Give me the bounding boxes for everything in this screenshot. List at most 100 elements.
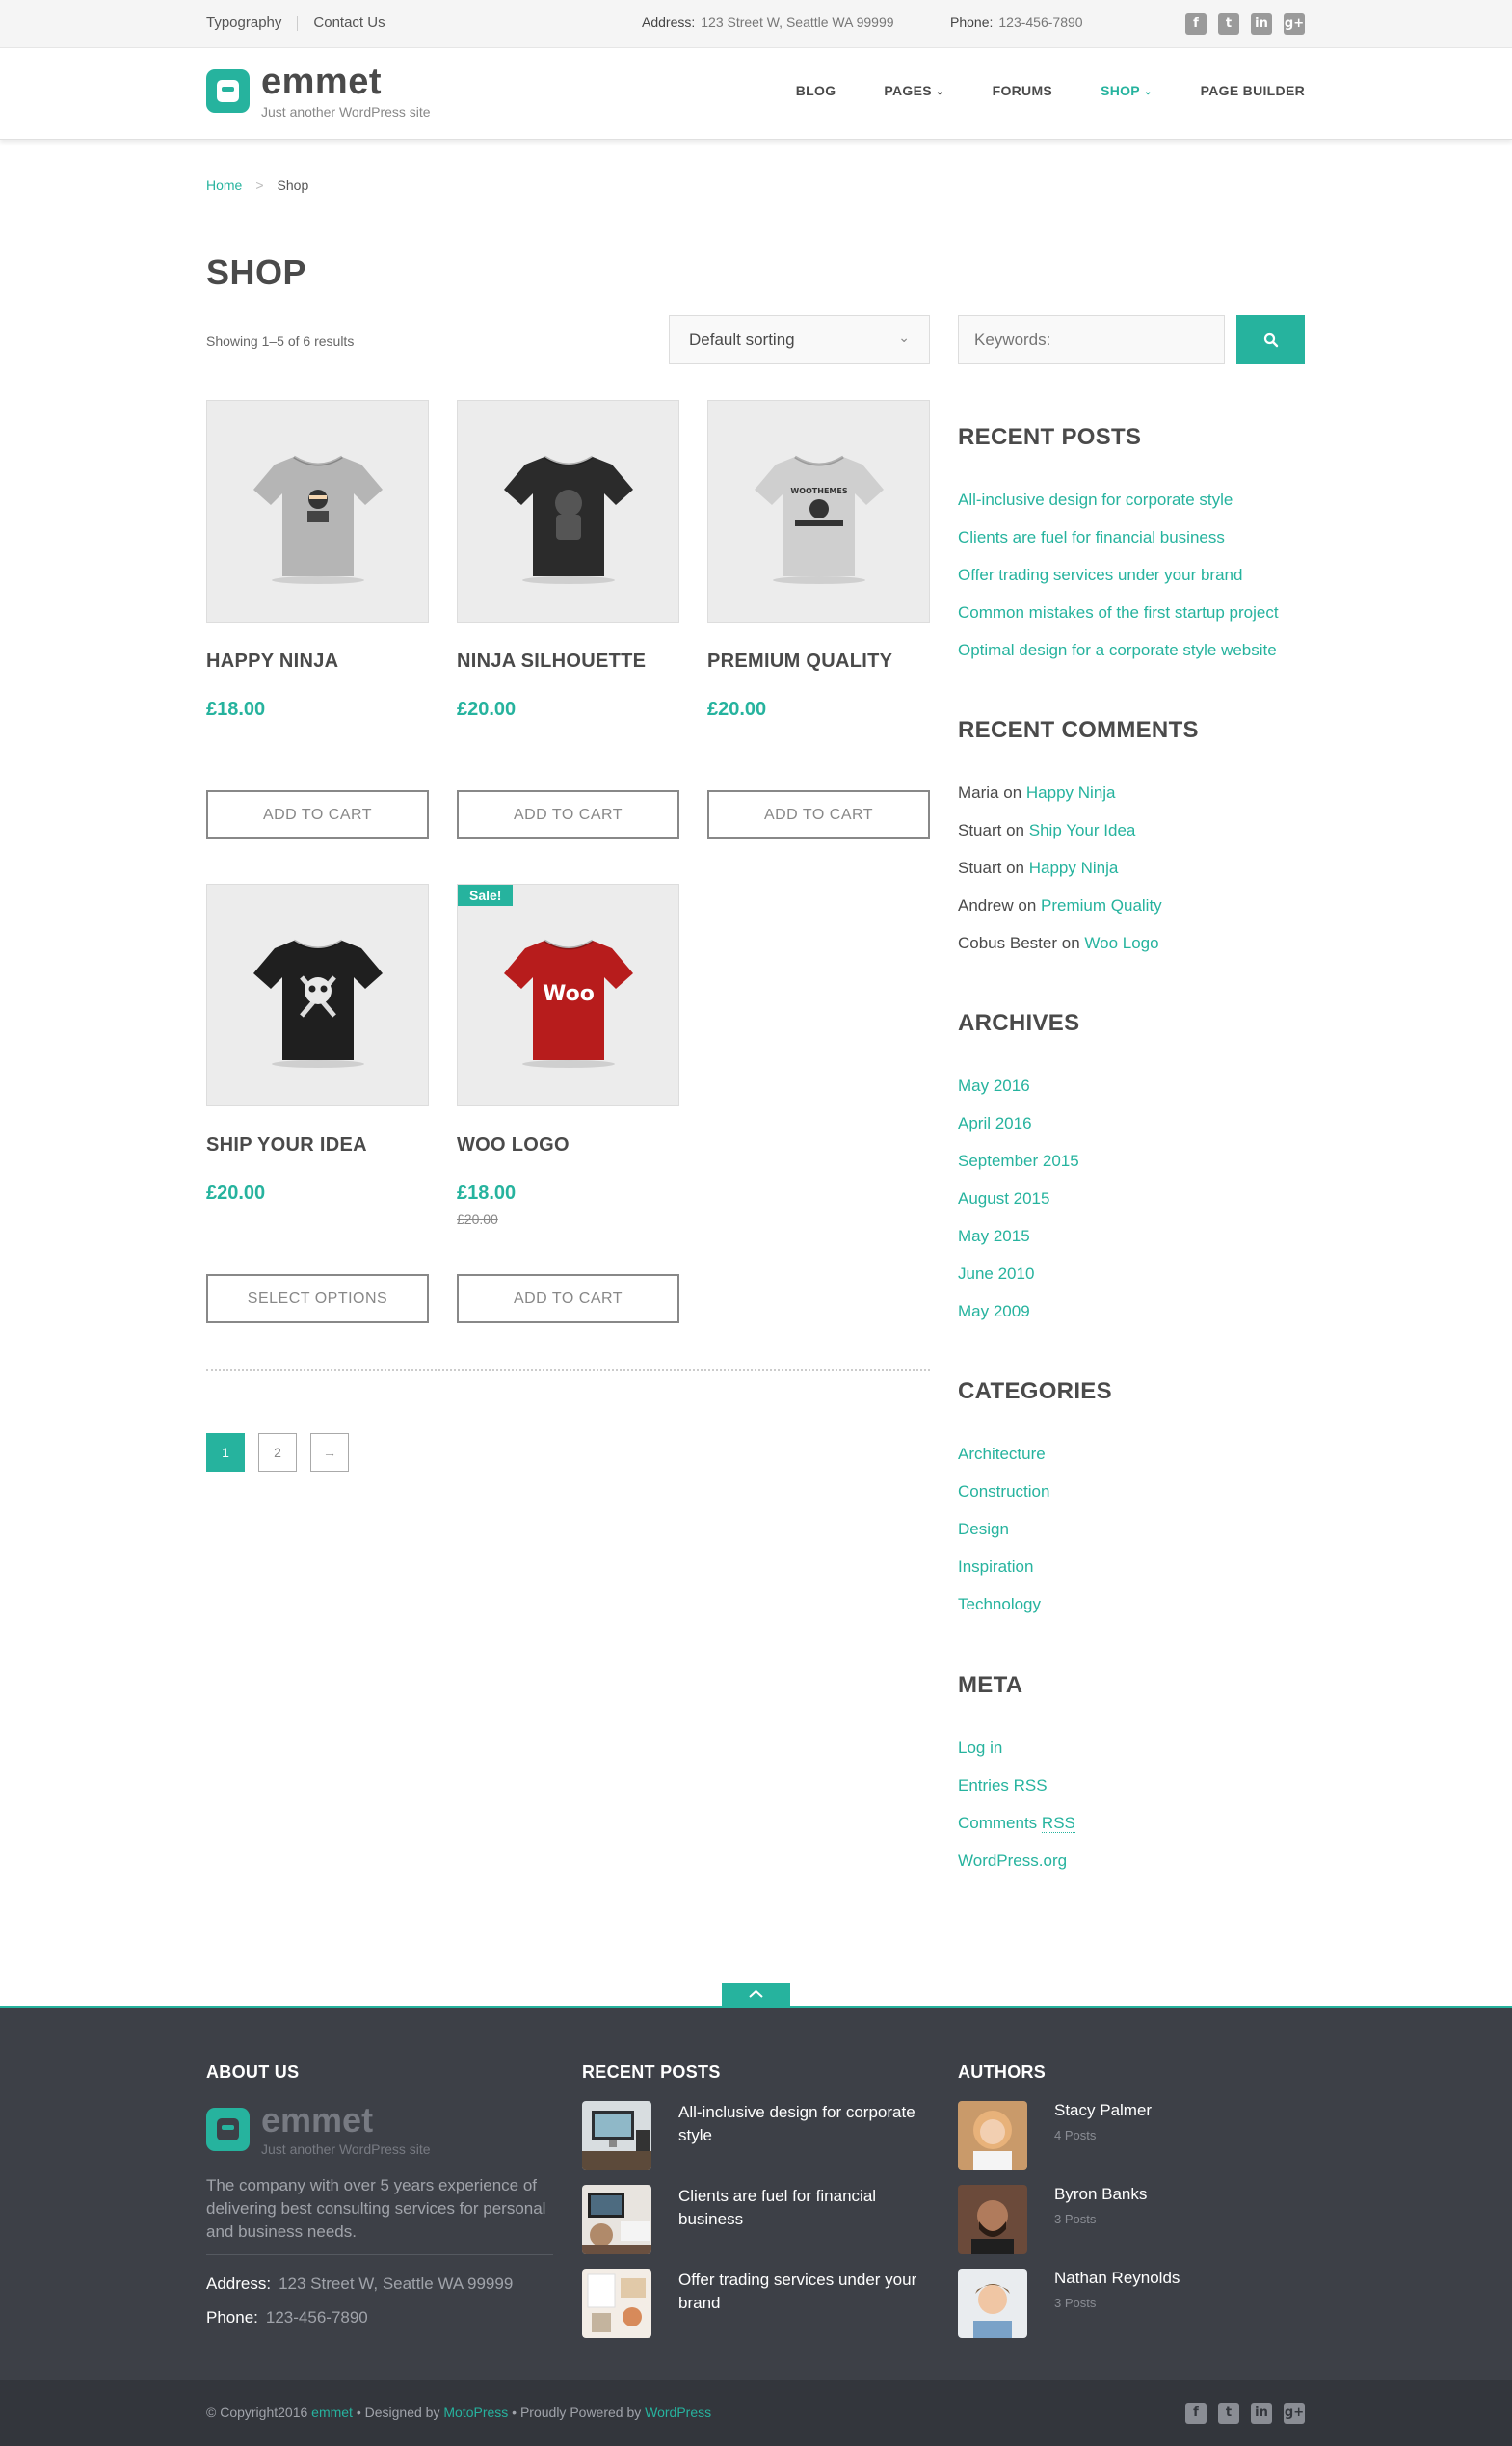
comments-rss-link[interactable]: Comments RSS [958, 1814, 1075, 1833]
footer-post[interactable]: Offer trading services under your brand [582, 2269, 929, 2338]
footer-post[interactable]: All-inclusive design for corporate style [582, 2101, 929, 2170]
linkedin-icon[interactable]: in [1251, 2403, 1272, 2424]
author-item[interactable]: Stacy Palmer 4 Posts [958, 2101, 1305, 2170]
list-item: May 2015 [958, 1227, 1079, 1264]
category-link[interactable]: Architecture [958, 1445, 1046, 1463]
next-page-button[interactable]: → [310, 1433, 349, 1472]
archive-link[interactable]: June 2010 [958, 1264, 1034, 1283]
product-card[interactable]: WOOTHEMES PREMIUM QUALITY £20.00 ADD TO CAR… [707, 400, 930, 839]
comment-post-link[interactable]: Ship Your Idea [1029, 821, 1136, 839]
author-item[interactable]: Byron Banks 3 Posts [958, 2185, 1305, 2254]
logo-icon[interactable] [206, 69, 250, 113]
author-item[interactable]: Nathan Reynolds 3 Posts [958, 2269, 1305, 2338]
category-link[interactable]: Technology [958, 1595, 1041, 1613]
add-to-cart-button[interactable]: ADD TO CART [457, 1274, 679, 1323]
footer-post[interactable]: Clients are fuel for financial business [582, 2185, 929, 2254]
recent-post-link[interactable]: All-inclusive design for corporate style [958, 491, 1233, 509]
search-button[interactable] [1236, 315, 1305, 364]
archive-link[interactable]: May 2009 [958, 1302, 1030, 1320]
product-card[interactable]: SHIP YOUR IDEA £20.00 SELECT OPTIONS [206, 884, 429, 1323]
contact-us-link[interactable]: Contact Us [313, 14, 385, 31]
page-1-button[interactable]: 1 [206, 1433, 245, 1472]
post-thumbnail[interactable] [582, 2101, 651, 2170]
nav-item-blog[interactable]: BLOG [796, 83, 836, 98]
select-options-button[interactable]: SELECT OPTIONS [206, 1274, 429, 1323]
archive-link[interactable]: August 2015 [958, 1189, 1049, 1208]
nav-item-page-builder[interactable]: PAGE BUILDER [1201, 83, 1305, 98]
comment-post-link[interactable]: Woo Logo [1084, 934, 1158, 952]
recent-post-link[interactable]: Offer trading services under your brand [958, 566, 1242, 584]
footer-post-title[interactable]: All-inclusive design for corporate style [678, 2101, 929, 2147]
recent-post-link[interactable]: Common mistakes of the first startup pro… [958, 603, 1279, 622]
page-2-button[interactable]: 2 [258, 1433, 297, 1472]
product-card[interactable]: HAPPY NINJA £18.00 ADD TO CART [206, 400, 429, 839]
product-name[interactable]: PREMIUM QUALITY [707, 651, 892, 673]
wordpress-org-link[interactable]: WordPress.org [958, 1851, 1067, 1870]
platform-link[interactable]: WordPress [645, 2405, 711, 2420]
product-name[interactable]: HAPPY NINJA [206, 651, 338, 673]
facebook-icon[interactable]: f [1185, 2403, 1207, 2424]
nav-item-shop[interactable]: SHOP ⌄ [1101, 83, 1153, 98]
category-link[interactable]: Design [958, 1520, 1009, 1538]
recent-post-link[interactable]: Clients are fuel for financial business [958, 528, 1225, 546]
author-name[interactable]: Nathan Reynolds [1054, 2269, 1180, 2288]
product-image[interactable] [206, 400, 429, 623]
avatar[interactable] [958, 2269, 1027, 2338]
category-link[interactable]: Construction [958, 1482, 1049, 1501]
back-to-top-button[interactable] [722, 1983, 790, 2007]
designer-link[interactable]: MotoPress [443, 2405, 508, 2420]
footer-post-title[interactable]: Offer trading services under your brand [678, 2269, 929, 2315]
product-image[interactable]: WOOTHEMES [707, 400, 930, 623]
product-card[interactable]: NINJA SILHOUETTE £20.00 ADD TO CART [457, 400, 679, 839]
add-to-cart-button[interactable]: ADD TO CART [457, 790, 679, 839]
product-image[interactable] [457, 400, 679, 623]
author-name[interactable]: Stacy Palmer [1054, 2101, 1152, 2120]
product-old-price: £20.00 [457, 1211, 498, 1227]
footer-logo-icon[interactable] [206, 2108, 250, 2151]
google-plus-icon[interactable]: g+ [1284, 13, 1305, 35]
archive-link[interactable]: May 2016 [958, 1077, 1030, 1095]
linkedin-icon[interactable]: in [1251, 13, 1272, 35]
archive-link[interactable]: May 2015 [958, 1227, 1030, 1245]
entries-rss-link[interactable]: Entries RSS [958, 1776, 1048, 1795]
brand-link[interactable]: emmet [311, 2405, 353, 2420]
post-thumbnail[interactable] [582, 2185, 651, 2254]
product-image[interactable] [206, 884, 429, 1106]
add-to-cart-button[interactable]: ADD TO CART [707, 790, 930, 839]
avatar[interactable] [958, 2185, 1027, 2254]
footer-logo-name[interactable]: emmet [261, 2100, 373, 2140]
product-name[interactable]: WOO LOGO [457, 1134, 570, 1157]
avatar[interactable] [958, 2101, 1027, 2170]
twitter-icon[interactable]: t [1218, 13, 1239, 35]
recent-comments-list: Maria on Happy Ninja Stuart on Ship Your… [958, 784, 1162, 971]
sale-badge: Sale! [458, 885, 514, 906]
category-link[interactable]: Inspiration [958, 1557, 1033, 1576]
add-to-cart-button[interactable]: ADD TO CART [206, 790, 429, 839]
comment-post-link[interactable]: Premium Quality [1041, 896, 1162, 915]
twitter-icon[interactable]: t [1218, 2403, 1239, 2424]
recent-post-link[interactable]: Optimal design for a corporate style web… [958, 641, 1277, 659]
list-item: Architecture [958, 1445, 1049, 1482]
nav-item-forums[interactable]: FORUMS [993, 83, 1052, 98]
site-logo-name[interactable]: emmet [261, 62, 382, 103]
archive-link[interactable]: April 2016 [958, 1114, 1032, 1132]
product-name[interactable]: NINJA SILHOUETTE [457, 651, 646, 673]
sorting-select[interactable]: Default sorting ⌄ [669, 315, 930, 364]
post-thumbnail[interactable] [582, 2269, 651, 2338]
author-name[interactable]: Byron Banks [1054, 2185, 1147, 2204]
comment-post-link[interactable]: Happy Ninja [1026, 784, 1116, 802]
nav-item-pages[interactable]: PAGES ⌄ [884, 83, 943, 98]
typography-link[interactable]: Typography [206, 14, 281, 31]
search-input[interactable] [958, 315, 1225, 364]
login-link[interactable]: Log in [958, 1739, 1002, 1757]
archive-link[interactable]: September 2015 [958, 1152, 1079, 1170]
footer-post-title[interactable]: Clients are fuel for financial business [678, 2185, 929, 2231]
product-image[interactable]: Sale! Woo [457, 884, 679, 1106]
facebook-icon[interactable]: f [1185, 13, 1207, 35]
product-name[interactable]: SHIP YOUR IDEA [206, 1134, 367, 1157]
breadcrumb-home[interactable]: Home [206, 177, 242, 193]
google-plus-icon[interactable]: g+ [1284, 2403, 1305, 2424]
meta-list: Log in Entries RSS Comments RSS WordPres… [958, 1739, 1075, 1889]
product-card[interactable]: Sale! Woo WOO LOGO £18.00 £20.00 ADD TO CART [457, 884, 679, 1323]
comment-post-link[interactable]: Happy Ninja [1029, 859, 1119, 877]
